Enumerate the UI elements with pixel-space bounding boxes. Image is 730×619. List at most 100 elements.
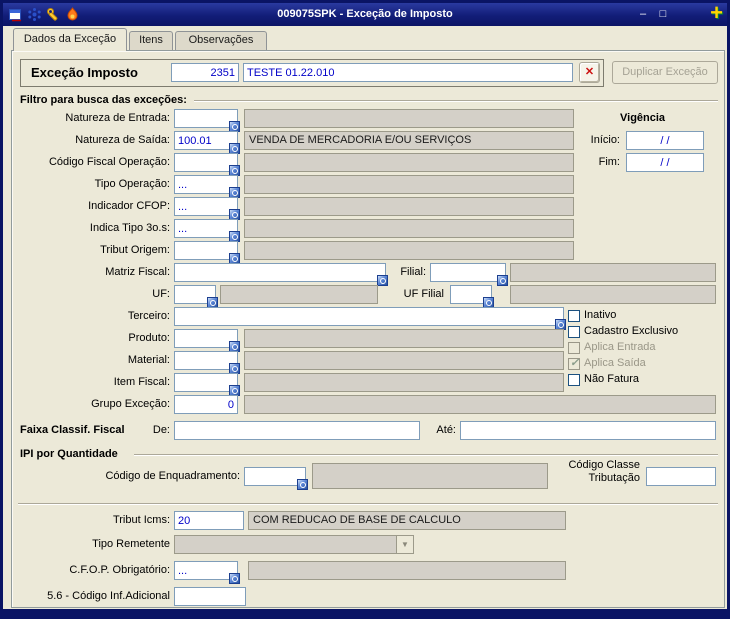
matriz-fiscal-input[interactable]: [174, 263, 386, 282]
label-item-fiscal: Item Fiscal:: [113, 376, 170, 388]
checkbox-row-cadastro-exclusivo[interactable]: Cadastro Exclusivo: [568, 325, 678, 340]
indicador-cfop-desc: [244, 197, 574, 216]
filter-section-line: [194, 100, 718, 102]
faixa-title: Faixa Classif. Fiscal: [20, 424, 125, 436]
label-fim: Fim:: [598, 156, 620, 168]
fim-date-field: [626, 153, 704, 172]
label-cfop-obrigatorio: C.F.O.P. Obrigatório:: [69, 564, 170, 576]
label-tribut-icms: Tribut Icms:: [112, 514, 170, 526]
produto-desc: [244, 329, 564, 348]
label-grupo-excecao: Grupo Exceção:: [91, 398, 170, 410]
classe-tributacao-field: [646, 467, 716, 486]
app-window: 009075SPK - Exceção de Imposto – □ + Dad…: [0, 0, 730, 619]
titlebar: 009075SPK - Exceção de Imposto – □ +: [3, 1, 727, 26]
codigo-inf-adicional-input[interactable]: [174, 587, 246, 606]
tab-itens[interactable]: Itens: [129, 31, 173, 50]
cfop-obrigatorio-desc: [248, 561, 566, 580]
inicio-date-input[interactable]: [626, 131, 704, 150]
tribut-icms-field: [174, 511, 244, 530]
natureza-saida-desc: VENDA DE MERCADORIA E/OU SERVIÇOS: [244, 131, 574, 150]
exception-code-field: [171, 63, 239, 82]
tribut-icms-desc: COM REDUCAO DE BASE DE CALCULO: [248, 511, 566, 530]
checkbox-row-inativo[interactable]: Inativo: [568, 309, 616, 324]
exception-description-field: [243, 63, 573, 82]
grupo-excecao-desc: [244, 395, 716, 414]
natureza-saida-field: [174, 131, 240, 154]
label-tipo-operacao: Tipo Operação:: [94, 178, 170, 190]
tab-observacoes[interactable]: Observações: [175, 31, 267, 50]
item-fiscal-field: [174, 373, 240, 396]
checkbox-row-nao-fatura[interactable]: Não Fatura: [568, 373, 639, 388]
plus-button[interactable]: +: [710, 1, 723, 25]
checkbox-nao-fatura[interactable]: [568, 373, 580, 386]
duplicate-exception-button[interactable]: Duplicar Exceção: [612, 61, 718, 84]
form-content: Exceção Imposto ✕ Duplicar Exceção Filtr…: [11, 50, 725, 608]
fim-date-input[interactable]: [626, 153, 704, 172]
checkbox-inativo[interactable]: [568, 309, 580, 322]
vigencia-title: Vigência: [620, 112, 666, 124]
label-faixa-de: De:: [152, 424, 170, 436]
label-classe-tributacao: Código Classe Tributação: [568, 459, 640, 484]
enquadramento-field: [244, 467, 308, 490]
classe-tributacao-input[interactable]: [646, 467, 716, 486]
label-inicio: Início:: [590, 134, 620, 146]
material-field: [174, 351, 240, 374]
ipi-section-title: IPI por Quantidade: [20, 448, 118, 460]
checkbox-aplica-saida: [568, 357, 580, 370]
checkbox-row-aplica-saida: Aplica Saída: [568, 357, 646, 372]
filial-field: [430, 263, 508, 286]
filial-input[interactable]: [430, 263, 506, 282]
label-produto: Produto:: [128, 332, 170, 344]
exception-description-input[interactable]: [243, 63, 573, 82]
terceiro-field: [174, 307, 566, 330]
lookup-zoom-icon[interactable]: [497, 275, 508, 286]
lookup-zoom-icon[interactable]: [297, 479, 308, 490]
cfop-obrigatorio-field: [174, 561, 240, 584]
checkbox-label: Aplica Entrada: [584, 341, 656, 353]
label-natureza-entrada: Natureza de Entrada:: [65, 112, 170, 124]
delete-exception-button[interactable]: ✕: [579, 62, 600, 83]
label-material: Material:: [127, 354, 170, 366]
checkbox-cadastro-exclusivo[interactable]: [568, 325, 580, 338]
maximize-button[interactable]: □: [655, 7, 671, 21]
grupo-excecao-field: [174, 395, 238, 414]
uf-field: [174, 285, 218, 308]
label-matriz-fiscal: Matriz Fiscal:: [105, 266, 170, 278]
lookup-zoom-icon[interactable]: [229, 573, 240, 584]
matriz-fiscal-field: [174, 263, 388, 286]
label-codigo-fiscal: Código Fiscal Operação:: [48, 156, 170, 168]
checkbox-label: Aplica Saída: [584, 357, 646, 369]
material-desc: [244, 351, 564, 370]
codigo-fiscal-desc: [244, 153, 574, 172]
label-indica-tipo-3os: Indica Tipo 3o.s:: [89, 222, 170, 234]
terceiro-input[interactable]: [174, 307, 564, 326]
minimize-button[interactable]: –: [635, 7, 651, 21]
natureza-entrada-field: [174, 109, 240, 132]
label-terceiro: Terceiro:: [127, 310, 170, 322]
label-tribut-origem: Tribut Origem:: [100, 244, 170, 256]
label-natureza-saida: Natureza de Saída:: [75, 134, 170, 146]
ipi-section-line: [134, 454, 718, 456]
tab-dados-da-excecao[interactable]: Dados da Exceção: [13, 28, 127, 51]
exception-code-input[interactable]: [171, 63, 239, 82]
header-box: Exceção Imposto ✕: [20, 59, 604, 87]
natureza-entrada-desc: [244, 109, 574, 128]
chevron-down-icon: ▼: [396, 536, 413, 553]
inicio-date-field: [626, 131, 704, 150]
section-divider: [18, 503, 718, 505]
tribut-origem-field: [174, 241, 240, 264]
faixa-de-input[interactable]: [174, 421, 420, 440]
tipo-operacao-field: [174, 175, 240, 198]
checkbox-label: Não Fatura: [584, 373, 640, 385]
header-label: Exceção Imposto: [31, 65, 138, 80]
label-faixa-ate: Até:: [436, 424, 456, 436]
grupo-excecao-input[interactable]: [174, 395, 238, 414]
item-fiscal-desc: [244, 373, 564, 392]
enquadramento-desc: [312, 463, 548, 489]
uf-desc: [220, 285, 378, 304]
faixa-ate-input[interactable]: [460, 421, 716, 440]
label-uf: UF:: [152, 288, 170, 300]
indica-tipo-3os-field: [174, 219, 240, 242]
label-enquadramento: Código de Enquadramento:: [105, 470, 240, 482]
tribut-icms-input[interactable]: [174, 511, 244, 530]
